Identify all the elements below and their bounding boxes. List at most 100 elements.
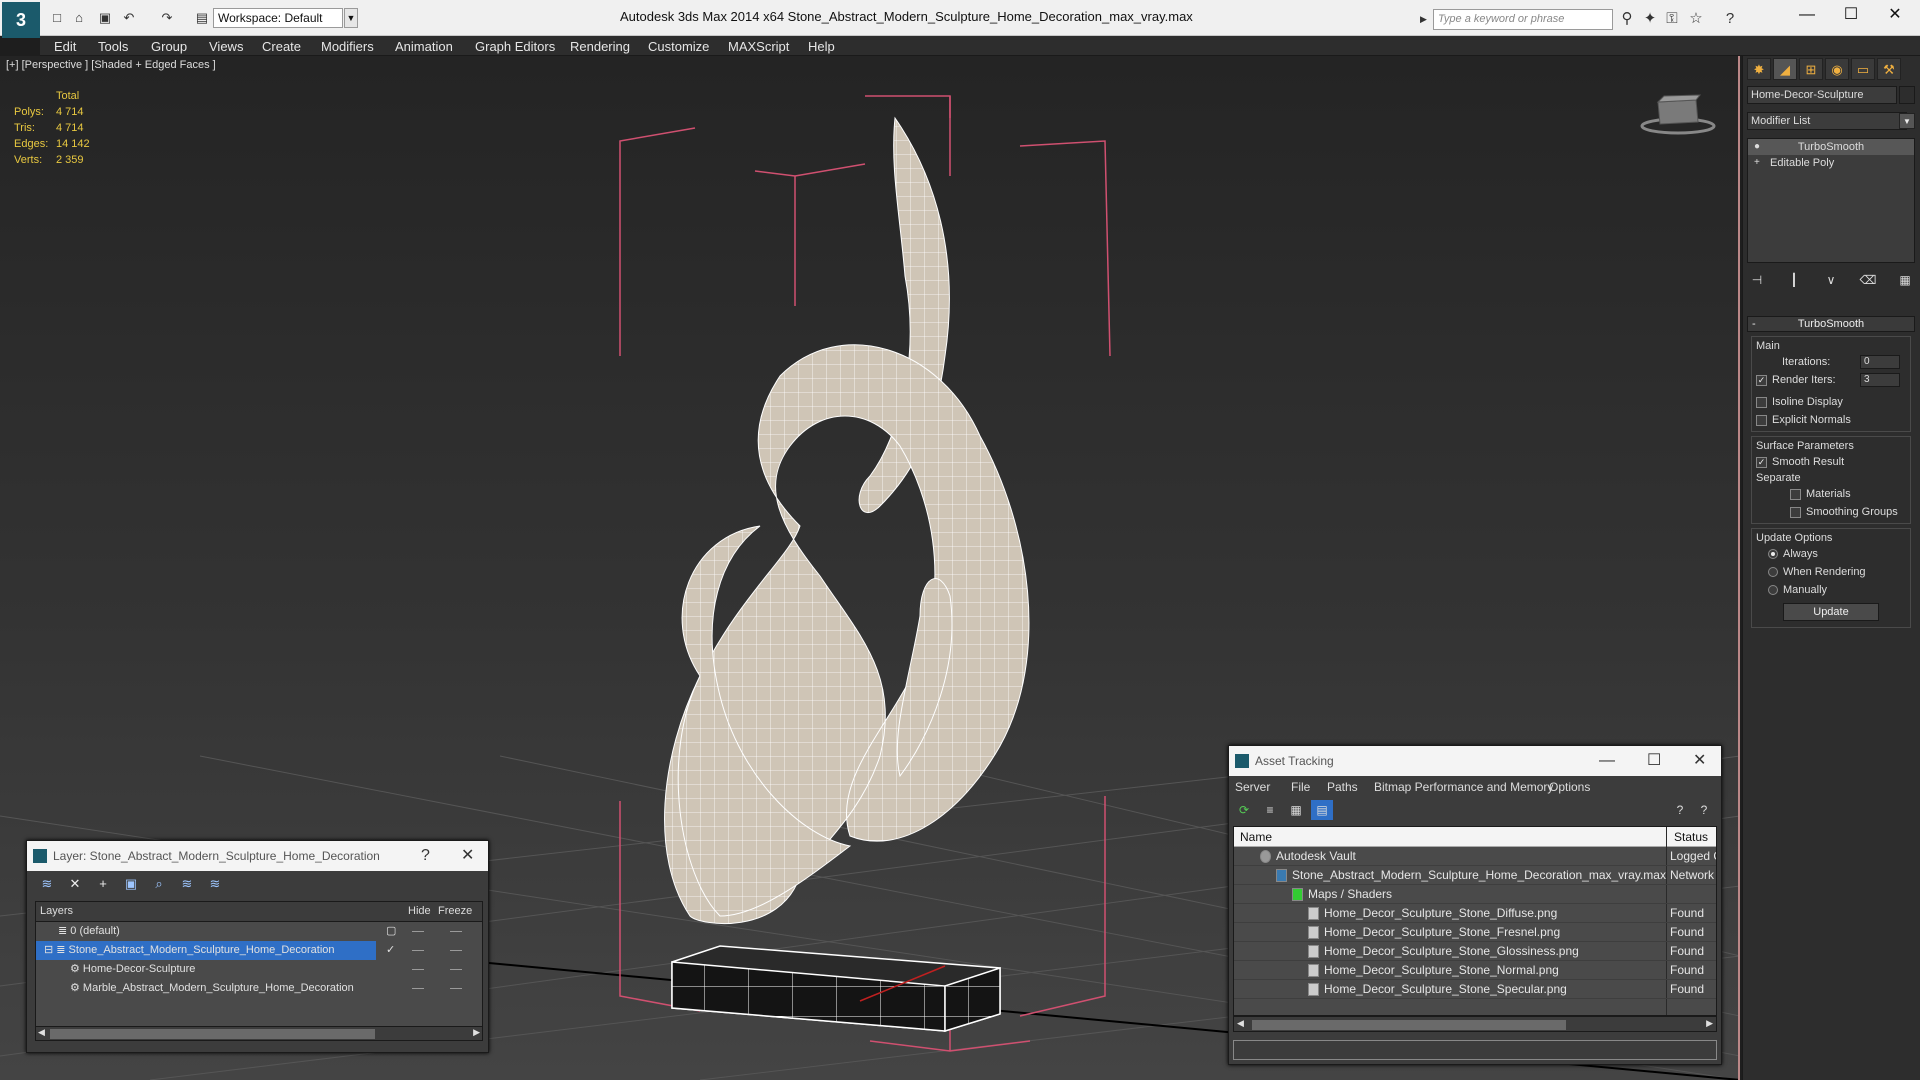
help-icon[interactable]: ?	[1669, 800, 1691, 820]
modify-tab-icon[interactable]: ◢	[1773, 58, 1797, 80]
column-layers[interactable]: Layers	[40, 905, 73, 917]
menu-tools[interactable]: Tools	[98, 39, 128, 54]
app-logo-icon[interactable]: 3	[2, 2, 40, 38]
viewcube-icon[interactable]	[1640, 92, 1716, 136]
smoothing-groups-checkbox[interactable]	[1790, 506, 1801, 518]
rollout-header[interactable]: - TurboSmooth	[1747, 316, 1915, 332]
stack-item-editable-poly[interactable]: + Editable Poly	[1748, 155, 1914, 171]
active-check-icon[interactable]: ✓	[386, 941, 395, 960]
iterations-spinner[interactable]: 0	[1860, 355, 1900, 369]
table-row[interactable]: Home_Decor_Sculpture_Stone_Fresnel.png F…	[1234, 923, 1716, 942]
freeze-toggle[interactable]	[450, 931, 462, 932]
when-rendering-radio[interactable]	[1768, 567, 1778, 578]
scroll-left-icon[interactable]: ◀	[1237, 1018, 1244, 1029]
stack-item-turbosmooth[interactable]: ● TurboSmooth	[1748, 139, 1914, 155]
render-iters-spinner[interactable]: 3	[1860, 373, 1900, 387]
pin-stack-icon[interactable]: ⊣	[1747, 270, 1767, 290]
menu-animation[interactable]: Animation	[395, 39, 453, 54]
table-row[interactable]: Maps / Shaders	[1234, 885, 1716, 904]
update-button[interactable]: Update	[1783, 603, 1879, 621]
expand-plus-icon[interactable]: +	[1754, 155, 1760, 171]
freeze-toggle[interactable]	[450, 988, 462, 989]
delete-layer-icon[interactable]: ✕	[61, 871, 89, 897]
column-name[interactable]: Name	[1240, 830, 1272, 844]
table-row[interactable]: Autodesk Vault Logged O	[1234, 847, 1716, 866]
menu-maxscript[interactable]: MAXScript	[728, 39, 789, 54]
create-layer-icon[interactable]: ≋	[33, 871, 61, 897]
hide-toggle[interactable]	[412, 988, 424, 989]
thumbnail-view-icon[interactable]: ▦	[1285, 800, 1307, 820]
menu-customize[interactable]: Customize	[648, 39, 709, 54]
menu-bitmap-performance[interactable]: Bitmap Performance and Memory	[1374, 780, 1553, 794]
close-icon[interactable]: ✕	[461, 841, 474, 871]
table-row[interactable]: Home_Decor_Sculpture_Stone_Glossiness.pn…	[1234, 942, 1716, 961]
hide-toggle[interactable]	[412, 931, 424, 932]
freeze-toggle[interactable]	[450, 969, 462, 970]
close-icon[interactable]: ✕	[1693, 746, 1706, 776]
vault-help-icon[interactable]: ?	[1693, 800, 1715, 820]
help-icon[interactable]: ?	[1720, 10, 1740, 28]
render-iters-checkbox[interactable]: ✓	[1756, 374, 1767, 386]
table-row[interactable]: Stone_Abstract_Modern_Sculpture_Home_Dec…	[1234, 866, 1716, 885]
menu-graph-editors[interactable]: Graph Editors	[475, 39, 555, 54]
menu-edit[interactable]: Edit	[54, 39, 76, 54]
hide-toggle[interactable]	[412, 950, 424, 951]
menu-modifiers[interactable]: Modifiers	[321, 39, 374, 54]
menu-help[interactable]: Help	[808, 39, 835, 54]
column-status[interactable]: Status	[1674, 830, 1708, 844]
menu-options[interactable]: Options	[1549, 780, 1590, 794]
sculpture-base[interactable]	[671, 945, 1001, 1033]
column-hide[interactable]: Hide	[408, 905, 431, 917]
scrollbar-thumb[interactable]	[1252, 1020, 1566, 1030]
menu-create[interactable]: Create	[262, 39, 301, 54]
freeze-toggle[interactable]	[450, 950, 462, 951]
table-row[interactable]: Home_Decor_Sculpture_Stone_Normal.png Fo…	[1234, 961, 1716, 980]
maximize-icon[interactable]: ☐	[1647, 746, 1661, 776]
subscription-icon[interactable]: ⚿	[1662, 10, 1682, 28]
minimize-icon[interactable]: —	[1599, 746, 1615, 776]
new-file-icon[interactable]: □	[48, 10, 66, 26]
hide-toggle[interactable]	[412, 969, 424, 970]
table-row[interactable]: ≣ 0 (default) ▢	[36, 922, 482, 941]
menu-group[interactable]: Group	[151, 39, 187, 54]
column-freeze[interactable]: Freeze	[438, 905, 472, 917]
list-view-icon[interactable]: ≡	[1259, 800, 1281, 820]
scrollbar-thumb[interactable]	[50, 1029, 375, 1039]
isoline-checkbox[interactable]	[1756, 396, 1767, 408]
binoculars-icon[interactable]: ⚲	[1617, 10, 1637, 28]
highlight-selected-icon[interactable]: ⌕	[145, 871, 173, 897]
object-color-swatch[interactable]	[1899, 86, 1915, 104]
always-radio[interactable]	[1768, 549, 1778, 560]
hierarchy-tab-icon[interactable]: ⊞	[1799, 58, 1823, 80]
display-tab-icon[interactable]: ▭	[1851, 58, 1875, 80]
create-tab-icon[interactable]: ✸	[1747, 58, 1771, 80]
help-icon[interactable]: ?	[421, 841, 430, 871]
horizontal-scrollbar[interactable]: ◀ ▶	[1233, 1016, 1717, 1032]
configure-sets-icon[interactable]: ▦	[1895, 270, 1915, 290]
menu-file[interactable]: File	[1291, 780, 1310, 794]
menu-paths[interactable]: Paths	[1327, 780, 1358, 794]
hide-all-layers-icon[interactable]: ≋	[173, 871, 201, 897]
select-objects-icon[interactable]: ▣	[117, 871, 145, 897]
table-row[interactable]: Home_Decor_Sculpture_Stone_Specular.png …	[1234, 980, 1716, 999]
motion-tab-icon[interactable]: ◉	[1825, 58, 1849, 80]
sculpture-mesh[interactable]	[664, 116, 1030, 925]
modifier-list-dropdown[interactable]: Modifier List	[1747, 112, 1907, 130]
freeze-all-layers-icon[interactable]: ≋	[201, 871, 229, 897]
chevron-down-icon[interactable]: ▼	[1899, 113, 1915, 129]
current-layer-icon[interactable]: ▢	[386, 922, 396, 941]
smooth-result-checkbox[interactable]: ✓	[1756, 456, 1767, 468]
horizontal-scrollbar[interactable]: ◀ ▶	[36, 1026, 482, 1040]
table-row[interactable]: ⚙ Marble_Abstract_Modern_Sculpture_Home_…	[36, 979, 482, 998]
make-unique-icon[interactable]: ∨	[1821, 270, 1841, 290]
save-icon[interactable]: ▣	[96, 10, 114, 26]
materials-checkbox[interactable]	[1790, 488, 1801, 500]
scroll-right-icon[interactable]: ▶	[473, 1027, 480, 1038]
project-folder-icon[interactable]: ▤	[193, 10, 211, 26]
utilities-tab-icon[interactable]: ⚒	[1877, 58, 1901, 80]
scroll-right-icon[interactable]: ▶	[1706, 1018, 1713, 1029]
menu-views[interactable]: Views	[209, 39, 243, 54]
open-file-icon[interactable]: ⌂	[70, 10, 88, 26]
search-input[interactable]: Type a keyword or phrase	[1433, 9, 1613, 30]
maximize-icon[interactable]: ☐	[1828, 4, 1874, 26]
